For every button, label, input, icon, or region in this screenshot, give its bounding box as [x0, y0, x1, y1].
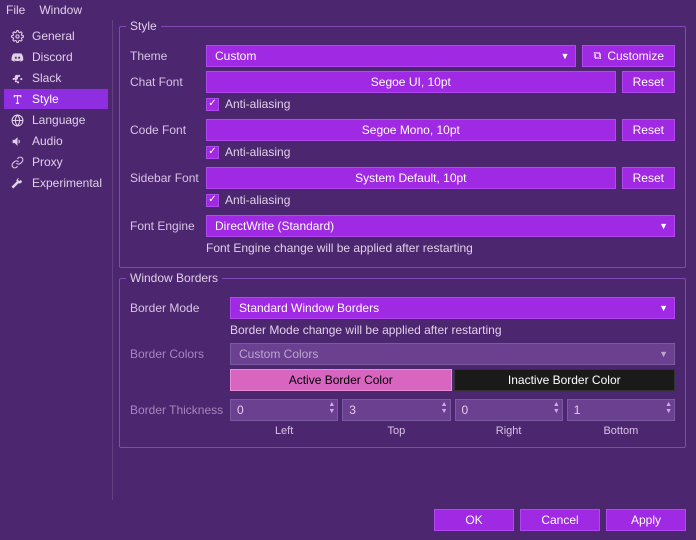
- discord-icon: [10, 51, 24, 64]
- sidebar-item-label: General: [32, 29, 75, 43]
- content-panel: Style Theme Custom ▼ ⧉ Customize Chat Fo…: [113, 20, 696, 500]
- sidebar-font-reset-button[interactable]: Reset: [622, 167, 675, 189]
- link-icon: [10, 156, 24, 169]
- border-thickness-label: Border Thickness: [130, 403, 230, 417]
- thickness-label-top: Top: [342, 425, 450, 437]
- border-mode-select[interactable]: Standard Window Borders ▼: [230, 297, 675, 319]
- menu-file[interactable]: File: [6, 3, 25, 17]
- sidebar-item-proxy[interactable]: Proxy: [4, 152, 108, 172]
- group-title: Window Borders: [126, 271, 222, 285]
- active-border-color-button[interactable]: Active Border Color: [230, 369, 452, 391]
- group-style: Style Theme Custom ▼ ⧉ Customize Chat Fo…: [119, 26, 686, 268]
- border-colors-label: Border Colors: [130, 347, 230, 361]
- font-engine-label: Font Engine: [130, 219, 206, 233]
- group-window-borders: Window Borders Border Mode Standard Wind…: [119, 278, 686, 448]
- ok-button[interactable]: OK: [434, 509, 514, 531]
- sidebar-item-general[interactable]: General: [4, 26, 108, 46]
- chevron-down-icon: ▼: [561, 51, 570, 61]
- cancel-button[interactable]: Cancel: [520, 509, 600, 531]
- customize-button[interactable]: ⧉ Customize: [582, 45, 675, 67]
- thickness-label-bottom: Bottom: [567, 425, 675, 437]
- sidebar-item-label: Experimental: [32, 176, 102, 190]
- thickness-left-spinner[interactable]: 0▲▼: [230, 399, 338, 421]
- sidebar-item-slack[interactable]: Slack: [4, 68, 108, 88]
- code-font-antialias-checkbox[interactable]: ✓ Anti-aliasing: [206, 145, 675, 159]
- speaker-icon: [10, 135, 24, 148]
- sidebar-item-experimental[interactable]: Experimental: [4, 173, 108, 193]
- font-engine-value: DirectWrite (Standard): [215, 219, 334, 233]
- sidebar-item-audio[interactable]: Audio: [4, 131, 108, 151]
- chevron-down-icon: ▼: [659, 303, 668, 313]
- spinner-arrows-icon: ▲▼: [441, 401, 448, 415]
- code-font-button[interactable]: Segoe Mono, 10pt: [206, 119, 616, 141]
- check-icon: ✓: [206, 146, 219, 159]
- thickness-label-left: Left: [230, 425, 338, 437]
- slack-icon: [10, 72, 24, 85]
- theme-label: Theme: [130, 49, 206, 63]
- sidebar-item-discord[interactable]: Discord: [4, 47, 108, 67]
- spinner-arrows-icon: ▲▼: [553, 401, 560, 415]
- inactive-border-color-button[interactable]: Inactive Border Color: [454, 369, 676, 391]
- thickness-label-right: Right: [455, 425, 563, 437]
- menubar: File Window: [0, 0, 696, 20]
- check-icon: ✓: [206, 194, 219, 207]
- chevron-down-icon: ▼: [659, 349, 668, 359]
- sidebar-font-button[interactable]: System Default, 10pt: [206, 167, 616, 189]
- sidebar-item-style[interactable]: Style: [4, 89, 108, 109]
- thickness-top-spinner[interactable]: 3▲▼: [342, 399, 450, 421]
- apply-button[interactable]: Apply: [606, 509, 686, 531]
- dialog-footer: OK Cancel Apply: [0, 500, 696, 540]
- code-font-label: Code Font: [130, 123, 206, 137]
- theme-select[interactable]: Custom ▼: [206, 45, 576, 67]
- main-area: General Discord Slack Style Language Aud…: [0, 20, 696, 500]
- spinner-arrows-icon: ▲▼: [665, 401, 672, 415]
- sidebar-item-label: Proxy: [32, 155, 63, 169]
- spinner-arrows-icon: ▲▼: [328, 401, 335, 415]
- menu-window[interactable]: Window: [39, 3, 82, 17]
- border-colors-select: Custom Colors ▼: [230, 343, 675, 365]
- code-font-reset-button[interactable]: Reset: [622, 119, 675, 141]
- sidebar-item-label: Discord: [32, 50, 73, 64]
- sidebar-item-label: Audio: [32, 134, 63, 148]
- chat-font-button[interactable]: Segoe UI, 10pt: [206, 71, 616, 93]
- sidebar-item-label: Language: [32, 113, 85, 127]
- wrench-icon: [10, 177, 24, 190]
- thickness-bottom-spinner[interactable]: 1▲▼: [567, 399, 675, 421]
- sidebar-item-label: Slack: [32, 71, 61, 85]
- chat-font-reset-button[interactable]: Reset: [622, 71, 675, 93]
- chat-font-antialias-checkbox[interactable]: ✓ Anti-aliasing: [206, 97, 675, 111]
- chat-font-label: Chat Font: [130, 75, 206, 89]
- font-engine-select[interactable]: DirectWrite (Standard) ▼: [206, 215, 675, 237]
- border-mode-label: Border Mode: [130, 301, 230, 315]
- type-icon: [10, 93, 24, 106]
- font-engine-note: Font Engine change will be applied after…: [206, 241, 675, 255]
- thickness-right-spinner[interactable]: 0▲▼: [455, 399, 563, 421]
- sidebar-item-language[interactable]: Language: [4, 110, 108, 130]
- border-mode-value: Standard Window Borders: [239, 301, 379, 315]
- sidebar-font-antialias-checkbox[interactable]: ✓ Anti-aliasing: [206, 193, 675, 207]
- gear-icon: [10, 30, 24, 43]
- border-colors-value: Custom Colors: [239, 347, 318, 361]
- check-icon: ✓: [206, 98, 219, 111]
- sidebar: General Discord Slack Style Language Aud…: [0, 20, 113, 500]
- border-mode-note: Border Mode change will be applied after…: [230, 323, 675, 337]
- chevron-down-icon: ▼: [659, 221, 668, 231]
- globe-icon: [10, 114, 24, 127]
- sidebar-font-label: Sidebar Font: [130, 171, 206, 185]
- external-link-icon: ⧉: [593, 50, 601, 63]
- sidebar-item-label: Style: [32, 92, 59, 106]
- theme-value: Custom: [215, 49, 256, 63]
- group-title: Style: [126, 20, 161, 33]
